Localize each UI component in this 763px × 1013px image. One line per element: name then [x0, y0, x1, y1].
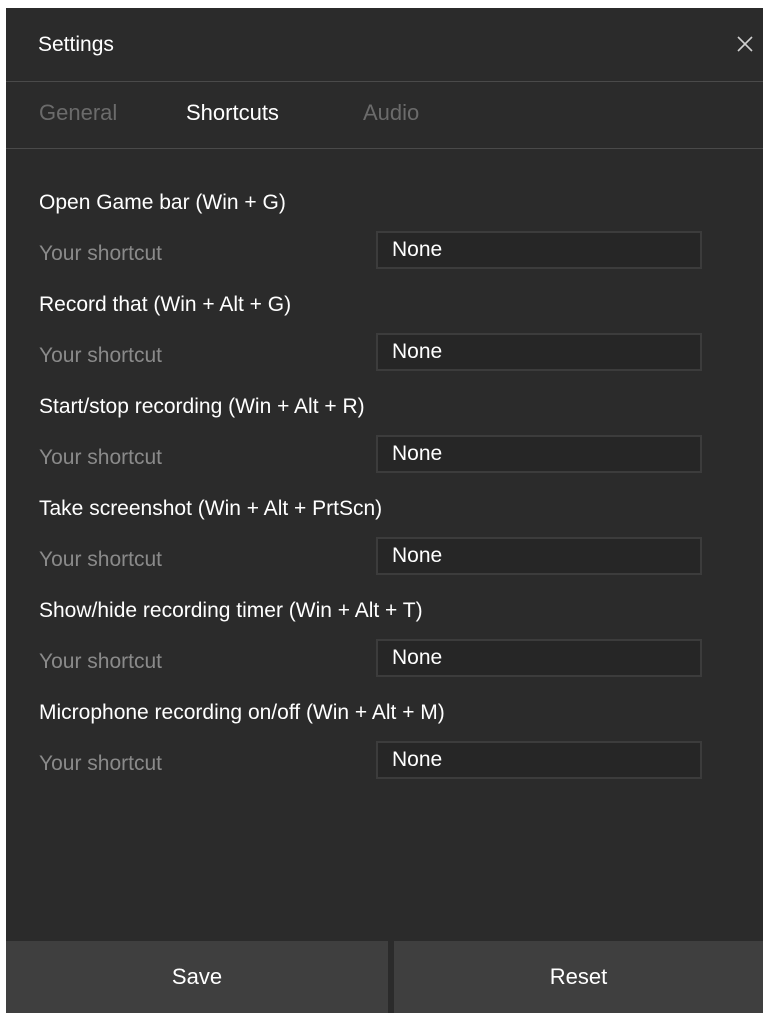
reset-button[interactable]: Reset — [394, 941, 763, 1013]
tab-bar: General Shortcuts Audio — [6, 82, 763, 148]
shortcut-group: Show/hide recording timer (Win + Alt + T… — [6, 557, 763, 677]
shortcut-action-label: Open Game bar (Win + G) — [39, 191, 286, 214]
shortcut-action-label: Microphone recording on/off (Win + Alt +… — [39, 701, 445, 724]
shortcut-group: Record that (Win + Alt + G) Your shortcu… — [6, 251, 763, 371]
shortcut-group: Open Game bar (Win + G) Your shortcut — [6, 149, 763, 269]
shortcut-action-label: Show/hide recording timer (Win + Alt + T… — [39, 599, 423, 622]
tab-shortcuts[interactable]: Shortcuts — [186, 100, 279, 126]
shortcut-input[interactable] — [376, 741, 702, 779]
shortcut-group: Take screenshot (Win + Alt + PrtScn) You… — [6, 455, 763, 575]
shortcut-group: Microphone recording on/off (Win + Alt +… — [6, 659, 763, 779]
tab-general[interactable]: General — [39, 100, 117, 126]
save-button[interactable]: Save — [6, 941, 388, 1013]
shortcut-action-label: Record that (Win + Alt + G) — [39, 293, 292, 316]
window-title: Settings — [38, 33, 114, 56]
settings-window: Settings General Shortcuts Audio Open Ga… — [6, 8, 763, 1013]
your-shortcut-label: Your shortcut — [39, 752, 162, 775]
shortcut-action-label: Start/stop recording (Win + Alt + R) — [39, 395, 365, 418]
footer-buttons: Save Reset — [6, 941, 763, 1013]
tab-audio[interactable]: Audio — [363, 100, 419, 126]
title-bar: Settings — [6, 8, 763, 82]
shortcut-action-label: Take screenshot (Win + Alt + PrtScn) — [39, 497, 383, 520]
shortcut-group: Start/stop recording (Win + Alt + R) You… — [6, 353, 763, 473]
close-icon[interactable] — [729, 28, 761, 60]
